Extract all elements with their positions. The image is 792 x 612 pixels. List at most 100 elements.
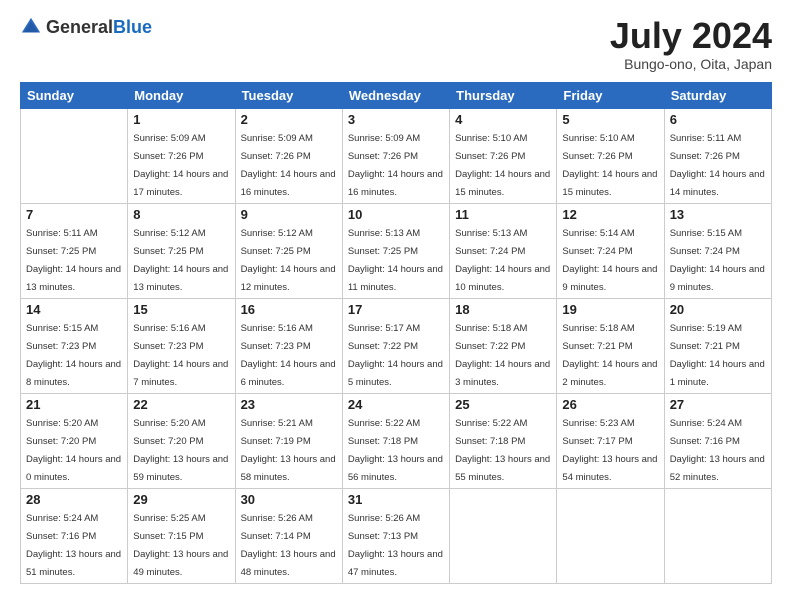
cell-info: Sunrise: 5:21 AMSunset: 7:19 PMDaylight:… [241, 418, 336, 483]
header: GeneralBlue July 2024 Bungo-ono, Oita, J… [20, 16, 772, 72]
calendar-cell: 1 Sunrise: 5:09 AMSunset: 7:26 PMDayligh… [128, 108, 235, 203]
cell-date: 12 [562, 207, 658, 222]
calendar-cell: 24 Sunrise: 5:22 AMSunset: 7:18 PMDaylig… [342, 393, 449, 488]
cell-info: Sunrise: 5:09 AMSunset: 7:26 PMDaylight:… [133, 133, 228, 198]
cell-date: 4 [455, 112, 551, 127]
cell-date: 23 [241, 397, 337, 412]
cell-info: Sunrise: 5:17 AMSunset: 7:22 PMDaylight:… [348, 323, 443, 388]
calendar-cell: 3 Sunrise: 5:09 AMSunset: 7:26 PMDayligh… [342, 108, 449, 203]
calendar-cell: 29 Sunrise: 5:25 AMSunset: 7:15 PMDaylig… [128, 488, 235, 583]
cell-date: 28 [26, 492, 122, 507]
cell-info: Sunrise: 5:09 AMSunset: 7:26 PMDaylight:… [348, 133, 443, 198]
calendar-cell: 17 Sunrise: 5:17 AMSunset: 7:22 PMDaylig… [342, 298, 449, 393]
cell-info: Sunrise: 5:22 AMSunset: 7:18 PMDaylight:… [348, 418, 443, 483]
cell-info: Sunrise: 5:12 AMSunset: 7:25 PMDaylight:… [133, 228, 228, 293]
day-headers-row: Sunday Monday Tuesday Wednesday Thursday… [21, 82, 772, 108]
calendar-cell: 18 Sunrise: 5:18 AMSunset: 7:22 PMDaylig… [450, 298, 557, 393]
cell-info: Sunrise: 5:16 AMSunset: 7:23 PMDaylight:… [133, 323, 228, 388]
title-block: July 2024 Bungo-ono, Oita, Japan [610, 16, 772, 72]
cell-date: 16 [241, 302, 337, 317]
calendar-cell: 25 Sunrise: 5:22 AMSunset: 7:18 PMDaylig… [450, 393, 557, 488]
calendar-cell: 11 Sunrise: 5:13 AMSunset: 7:24 PMDaylig… [450, 203, 557, 298]
cell-date: 29 [133, 492, 229, 507]
cell-info: Sunrise: 5:16 AMSunset: 7:23 PMDaylight:… [241, 323, 336, 388]
cell-date: 27 [670, 397, 766, 412]
header-saturday: Saturday [664, 82, 771, 108]
cell-info: Sunrise: 5:15 AMSunset: 7:24 PMDaylight:… [670, 228, 765, 293]
cell-date: 20 [670, 302, 766, 317]
cell-info: Sunrise: 5:10 AMSunset: 7:26 PMDaylight:… [455, 133, 550, 198]
calendar-cell: 30 Sunrise: 5:26 AMSunset: 7:14 PMDaylig… [235, 488, 342, 583]
calendar-cell: 28 Sunrise: 5:24 AMSunset: 7:16 PMDaylig… [21, 488, 128, 583]
cell-date: 2 [241, 112, 337, 127]
cell-info: Sunrise: 5:12 AMSunset: 7:25 PMDaylight:… [241, 228, 336, 293]
cell-date: 17 [348, 302, 444, 317]
cell-info: Sunrise: 5:13 AMSunset: 7:24 PMDaylight:… [455, 228, 550, 293]
cell-info: Sunrise: 5:15 AMSunset: 7:23 PMDaylight:… [26, 323, 121, 388]
calendar-cell: 7 Sunrise: 5:11 AMSunset: 7:25 PMDayligh… [21, 203, 128, 298]
cell-info: Sunrise: 5:18 AMSunset: 7:21 PMDaylight:… [562, 323, 657, 388]
cell-info: Sunrise: 5:18 AMSunset: 7:22 PMDaylight:… [455, 323, 550, 388]
header-sunday: Sunday [21, 82, 128, 108]
page: GeneralBlue July 2024 Bungo-ono, Oita, J… [0, 0, 792, 612]
calendar-cell [21, 108, 128, 203]
cell-date: 1 [133, 112, 229, 127]
cell-date: 8 [133, 207, 229, 222]
calendar-cell [664, 488, 771, 583]
logo: GeneralBlue [20, 16, 152, 38]
logo-icon [20, 16, 42, 38]
cell-date: 26 [562, 397, 658, 412]
calendar-cell: 23 Sunrise: 5:21 AMSunset: 7:19 PMDaylig… [235, 393, 342, 488]
cell-date: 11 [455, 207, 551, 222]
calendar-cell [450, 488, 557, 583]
cell-date: 18 [455, 302, 551, 317]
cell-date: 19 [562, 302, 658, 317]
calendar-cell: 10 Sunrise: 5:13 AMSunset: 7:25 PMDaylig… [342, 203, 449, 298]
week-row: 1 Sunrise: 5:09 AMSunset: 7:26 PMDayligh… [21, 108, 772, 203]
logo-text: GeneralBlue [46, 17, 152, 38]
calendar-cell: 15 Sunrise: 5:16 AMSunset: 7:23 PMDaylig… [128, 298, 235, 393]
month-title: July 2024 [610, 16, 772, 56]
cell-info: Sunrise: 5:26 AMSunset: 7:14 PMDaylight:… [241, 513, 336, 578]
calendar-cell: 21 Sunrise: 5:20 AMSunset: 7:20 PMDaylig… [21, 393, 128, 488]
calendar-cell: 5 Sunrise: 5:10 AMSunset: 7:26 PMDayligh… [557, 108, 664, 203]
header-thursday: Thursday [450, 82, 557, 108]
header-monday: Monday [128, 82, 235, 108]
calendar-cell: 8 Sunrise: 5:12 AMSunset: 7:25 PMDayligh… [128, 203, 235, 298]
calendar-cell: 4 Sunrise: 5:10 AMSunset: 7:26 PMDayligh… [450, 108, 557, 203]
cell-info: Sunrise: 5:11 AMSunset: 7:26 PMDaylight:… [670, 133, 765, 198]
calendar: Sunday Monday Tuesday Wednesday Thursday… [20, 82, 772, 584]
header-wednesday: Wednesday [342, 82, 449, 108]
cell-date: 30 [241, 492, 337, 507]
calendar-cell: 6 Sunrise: 5:11 AMSunset: 7:26 PMDayligh… [664, 108, 771, 203]
calendar-cell: 19 Sunrise: 5:18 AMSunset: 7:21 PMDaylig… [557, 298, 664, 393]
week-row: 14 Sunrise: 5:15 AMSunset: 7:23 PMDaylig… [21, 298, 772, 393]
cell-date: 3 [348, 112, 444, 127]
calendar-cell: 31 Sunrise: 5:26 AMSunset: 7:13 PMDaylig… [342, 488, 449, 583]
week-row: 21 Sunrise: 5:20 AMSunset: 7:20 PMDaylig… [21, 393, 772, 488]
cell-date: 21 [26, 397, 122, 412]
cell-date: 9 [241, 207, 337, 222]
cell-date: 5 [562, 112, 658, 127]
cell-info: Sunrise: 5:11 AMSunset: 7:25 PMDaylight:… [26, 228, 121, 293]
cell-info: Sunrise: 5:22 AMSunset: 7:18 PMDaylight:… [455, 418, 550, 483]
calendar-cell: 27 Sunrise: 5:24 AMSunset: 7:16 PMDaylig… [664, 393, 771, 488]
cell-date: 22 [133, 397, 229, 412]
cell-date: 7 [26, 207, 122, 222]
cell-date: 25 [455, 397, 551, 412]
cell-date: 13 [670, 207, 766, 222]
calendar-cell: 26 Sunrise: 5:23 AMSunset: 7:17 PMDaylig… [557, 393, 664, 488]
header-friday: Friday [557, 82, 664, 108]
cell-date: 14 [26, 302, 122, 317]
calendar-cell: 16 Sunrise: 5:16 AMSunset: 7:23 PMDaylig… [235, 298, 342, 393]
calendar-cell: 2 Sunrise: 5:09 AMSunset: 7:26 PMDayligh… [235, 108, 342, 203]
cell-info: Sunrise: 5:13 AMSunset: 7:25 PMDaylight:… [348, 228, 443, 293]
cell-info: Sunrise: 5:23 AMSunset: 7:17 PMDaylight:… [562, 418, 657, 483]
week-row: 28 Sunrise: 5:24 AMSunset: 7:16 PMDaylig… [21, 488, 772, 583]
header-tuesday: Tuesday [235, 82, 342, 108]
cell-info: Sunrise: 5:24 AMSunset: 7:16 PMDaylight:… [26, 513, 121, 578]
cell-info: Sunrise: 5:24 AMSunset: 7:16 PMDaylight:… [670, 418, 765, 483]
calendar-cell: 9 Sunrise: 5:12 AMSunset: 7:25 PMDayligh… [235, 203, 342, 298]
cell-info: Sunrise: 5:25 AMSunset: 7:15 PMDaylight:… [133, 513, 228, 578]
cell-info: Sunrise: 5:19 AMSunset: 7:21 PMDaylight:… [670, 323, 765, 388]
